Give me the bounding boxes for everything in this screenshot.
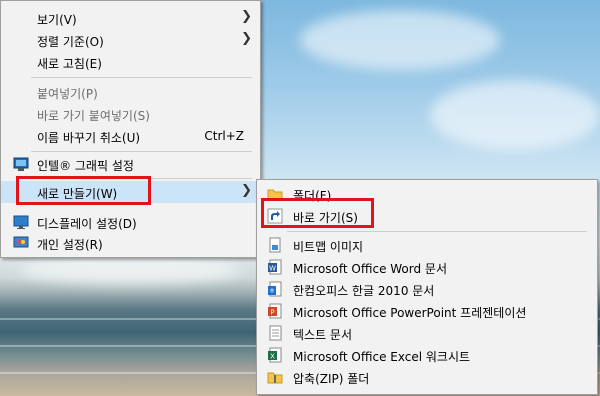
menu-separator xyxy=(287,231,587,232)
menu-item-label: Microsoft Office Word 문서 xyxy=(293,262,448,276)
menu-item-undo-rename[interactable]: 이름 바꾸기 취소(U) Ctrl+Z xyxy=(1,125,260,147)
menu-item-label: 붙여넣기(P) xyxy=(37,87,98,101)
display-icon xyxy=(13,214,29,230)
menu-item-sort-by[interactable]: 정렬 기준(O) ❯ xyxy=(1,29,260,51)
menu-item-label: Microsoft Office PowerPoint 프레젠테이션 xyxy=(293,306,527,320)
bitmap-icon xyxy=(267,237,283,253)
intel-graphics-icon xyxy=(13,156,29,172)
menu-item-label: 비트맵 이미지 xyxy=(293,240,364,254)
menu-separator xyxy=(31,151,252,152)
desktop-context-menu: 보기(V) ❯ 정렬 기준(O) ❯ 새로 고침(E) 붙여넣기(P) 바로 가… xyxy=(0,0,261,258)
menu-item-shortcut: Ctrl+Z xyxy=(204,129,244,143)
svg-text:X: X xyxy=(270,353,275,361)
submenu-item-zip[interactable]: 압축(ZIP) 폴더 xyxy=(257,366,597,388)
menu-item-intel-graphics[interactable]: 인텔® 그래픽 설정 xyxy=(1,153,260,175)
highlight-shortcut-item xyxy=(261,198,374,228)
zip-folder-icon xyxy=(267,369,283,385)
menu-item-paste[interactable]: 붙여넣기(P) xyxy=(1,81,260,103)
menu-item-paste-shortcut[interactable]: 바로 가기 붙여넣기(S) xyxy=(1,103,260,125)
submenu-item-word[interactable]: W Microsoft Office Word 문서 xyxy=(257,256,597,278)
chevron-right-icon: ❯ xyxy=(241,31,252,46)
text-document-icon xyxy=(267,325,283,341)
menu-item-label: 새로 고침(E) xyxy=(37,57,102,71)
menu-item-label: 이름 바꾸기 취소(U) xyxy=(37,131,141,145)
menu-item-view[interactable]: 보기(V) ❯ xyxy=(1,7,260,29)
menu-item-label: 정렬 기준(O) xyxy=(37,35,104,49)
highlight-new-item xyxy=(16,176,151,205)
chevron-right-icon: ❯ xyxy=(241,183,252,198)
menu-item-personalize[interactable]: 개인 설정(R) xyxy=(1,232,260,254)
menu-item-label: 디스플레이 설정(D) xyxy=(37,217,137,231)
menu-item-label: 텍스트 문서 xyxy=(293,328,353,342)
powerpoint-document-icon: P xyxy=(267,303,283,319)
submenu-item-excel[interactable]: X Microsoft Office Excel 워크시트 xyxy=(257,344,597,366)
submenu-item-hwp[interactable]: ㅎ 한컴오피스 한글 2010 문서 xyxy=(257,278,597,300)
svg-text:W: W xyxy=(269,265,276,273)
hwp-document-icon: ㅎ xyxy=(267,281,283,297)
chevron-right-icon: ❯ xyxy=(241,9,252,24)
menu-item-label: 개인 설정(R) xyxy=(37,238,103,252)
menu-item-label: 인텔® 그래픽 설정 xyxy=(37,159,134,173)
submenu-item-text[interactable]: 텍스트 문서 xyxy=(257,322,597,344)
excel-document-icon: X xyxy=(267,347,283,363)
menu-item-label: 보기(V) xyxy=(37,13,77,27)
word-document-icon: W xyxy=(267,259,283,275)
menu-item-label: Microsoft Office Excel 워크시트 xyxy=(293,350,471,364)
menu-item-display-settings[interactable]: 디스플레이 설정(D) xyxy=(1,211,260,233)
submenu-item-powerpoint[interactable]: P Microsoft Office PowerPoint 프레젠테이션 xyxy=(257,300,597,322)
menu-separator xyxy=(31,77,252,78)
svg-text:ㅎ: ㅎ xyxy=(269,287,275,295)
menu-item-label: 바로 가기 붙여넣기(S) xyxy=(37,109,150,123)
menu-item-refresh[interactable]: 새로 고침(E) xyxy=(1,51,260,73)
submenu-item-bitmap[interactable]: 비트맵 이미지 xyxy=(257,234,597,256)
menu-item-label: 압축(ZIP) 폴더 xyxy=(293,372,370,386)
svg-text:P: P xyxy=(270,309,274,317)
menu-item-label: 한컴오피스 한글 2010 문서 xyxy=(293,284,435,298)
personalize-icon xyxy=(13,235,29,251)
